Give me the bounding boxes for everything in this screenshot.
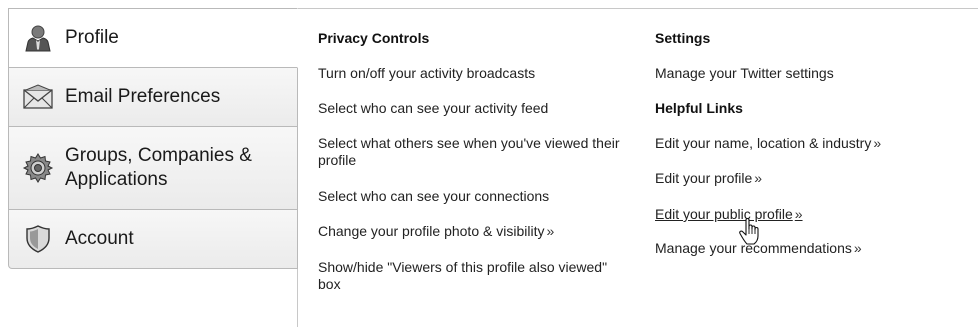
hand-pointer-cursor-icon xyxy=(738,217,762,246)
envelope-icon xyxy=(21,80,55,114)
tab-groups-companies-applications[interactable]: Groups, Companies & Applications xyxy=(8,127,298,210)
viewers-also-viewed-link[interactable]: Show/hide "Viewers of this profile also … xyxy=(318,259,618,293)
tab-account[interactable]: Account xyxy=(8,210,298,269)
activity-broadcasts-label: Turn on/off your activity broadcasts xyxy=(318,65,536,81)
tab-profile[interactable]: Profile xyxy=(8,8,298,68)
twitter-settings-link[interactable]: Manage your Twitter settings xyxy=(655,65,834,82)
tab-email-preferences[interactable]: Email Preferences xyxy=(8,68,298,127)
shield-icon xyxy=(21,222,55,256)
activity-feed-label: Select who can see your activity feed xyxy=(318,100,549,116)
chevron-double-right-icon: » xyxy=(794,206,803,222)
viewed-profile-link[interactable]: Select what others see when you've viewe… xyxy=(318,135,638,169)
chevron-double-right-icon: » xyxy=(546,223,555,239)
helpful-links-heading: Helpful Links xyxy=(655,100,743,116)
viewed-profile-label: Select what others see when you've viewe… xyxy=(318,135,620,168)
chevron-double-right-icon: » xyxy=(873,135,882,151)
tab-account-label: Account xyxy=(65,228,134,249)
chevron-double-right-icon: » xyxy=(754,170,763,186)
edit-profile-label: Edit your profile xyxy=(655,170,753,186)
edit-name-location-industry-label: Edit your name, location & industry xyxy=(655,135,872,151)
edit-name-location-industry-link[interactable]: Edit your name, location & industry» xyxy=(655,135,881,152)
tab-groups-label: Groups, Companies & Applications xyxy=(65,145,252,190)
tab-profile-label: Profile xyxy=(65,27,119,48)
twitter-settings-label: Manage your Twitter settings xyxy=(655,65,834,81)
settings-heading: Settings xyxy=(655,30,711,46)
top-divider xyxy=(297,8,978,9)
activity-broadcasts-link[interactable]: Turn on/off your activity broadcasts xyxy=(318,65,535,82)
gear-icon xyxy=(21,151,55,185)
tab-email-preferences-label: Email Preferences xyxy=(65,86,221,107)
activity-feed-link[interactable]: Select who can see your activity feed xyxy=(318,100,548,117)
settings-sidebar: Profile Email Preferences Groups, Compan… xyxy=(8,8,298,269)
edit-public-profile-link[interactable]: Edit your public profile» xyxy=(655,206,803,223)
profile-photo-visibility-label: Change your profile photo & visibility xyxy=(318,223,545,239)
profile-person-icon xyxy=(21,21,55,55)
chevron-double-right-icon: » xyxy=(853,240,862,256)
edit-profile-link[interactable]: Edit your profile» xyxy=(655,170,762,187)
connections-visibility-label: Select who can see your connections xyxy=(318,188,550,204)
connections-visibility-link[interactable]: Select who can see your connections xyxy=(318,188,549,205)
account-settings-page: Profile Email Preferences Groups, Compan… xyxy=(0,0,978,327)
viewers-also-viewed-label: Show/hide "Viewers of this profile also … xyxy=(318,259,608,292)
profile-photo-visibility-link[interactable]: Change your profile photo & visibility» xyxy=(318,223,554,240)
privacy-controls-heading: Privacy Controls xyxy=(318,30,430,46)
edit-public-profile-label: Edit your public profile xyxy=(655,206,793,222)
